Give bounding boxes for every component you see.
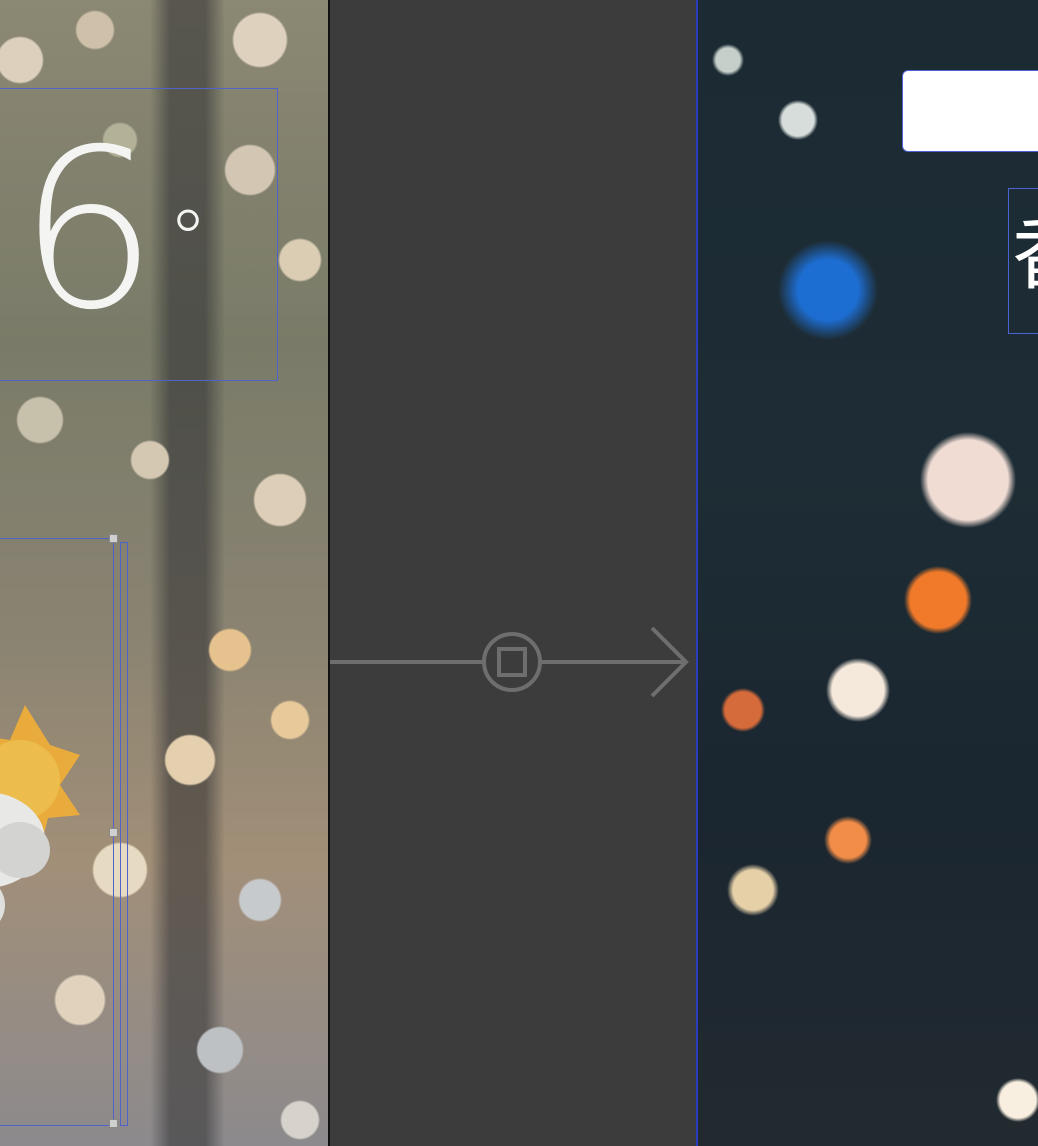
segue-connection-icon <box>482 632 542 692</box>
temperature-label-selection[interactable] <box>0 88 278 381</box>
resize-handle-top[interactable] <box>109 534 118 543</box>
search-field[interactable] <box>902 70 1038 152</box>
city-view-controller-scene[interactable]: 香 <box>696 0 1038 1146</box>
degree-symbol: ° <box>167 193 208 286</box>
partly-sunny-icon <box>0 705 80 922</box>
scene-divider <box>328 0 330 1146</box>
resize-handle-middle[interactable] <box>109 828 118 837</box>
temperature-value: 6 <box>18 102 158 358</box>
segue-connector[interactable] <box>330 620 696 704</box>
temperature-label[interactable]: 6 ° <box>18 120 208 340</box>
resize-handle-bottom[interactable] <box>109 1119 118 1128</box>
city-label[interactable]: 香 <box>1012 210 1038 300</box>
weather-view-controller-scene[interactable]: 6 ° <box>0 0 328 1146</box>
weather-icon-selection[interactable] <box>0 538 114 1126</box>
icon-constraint-guide <box>120 542 128 1126</box>
